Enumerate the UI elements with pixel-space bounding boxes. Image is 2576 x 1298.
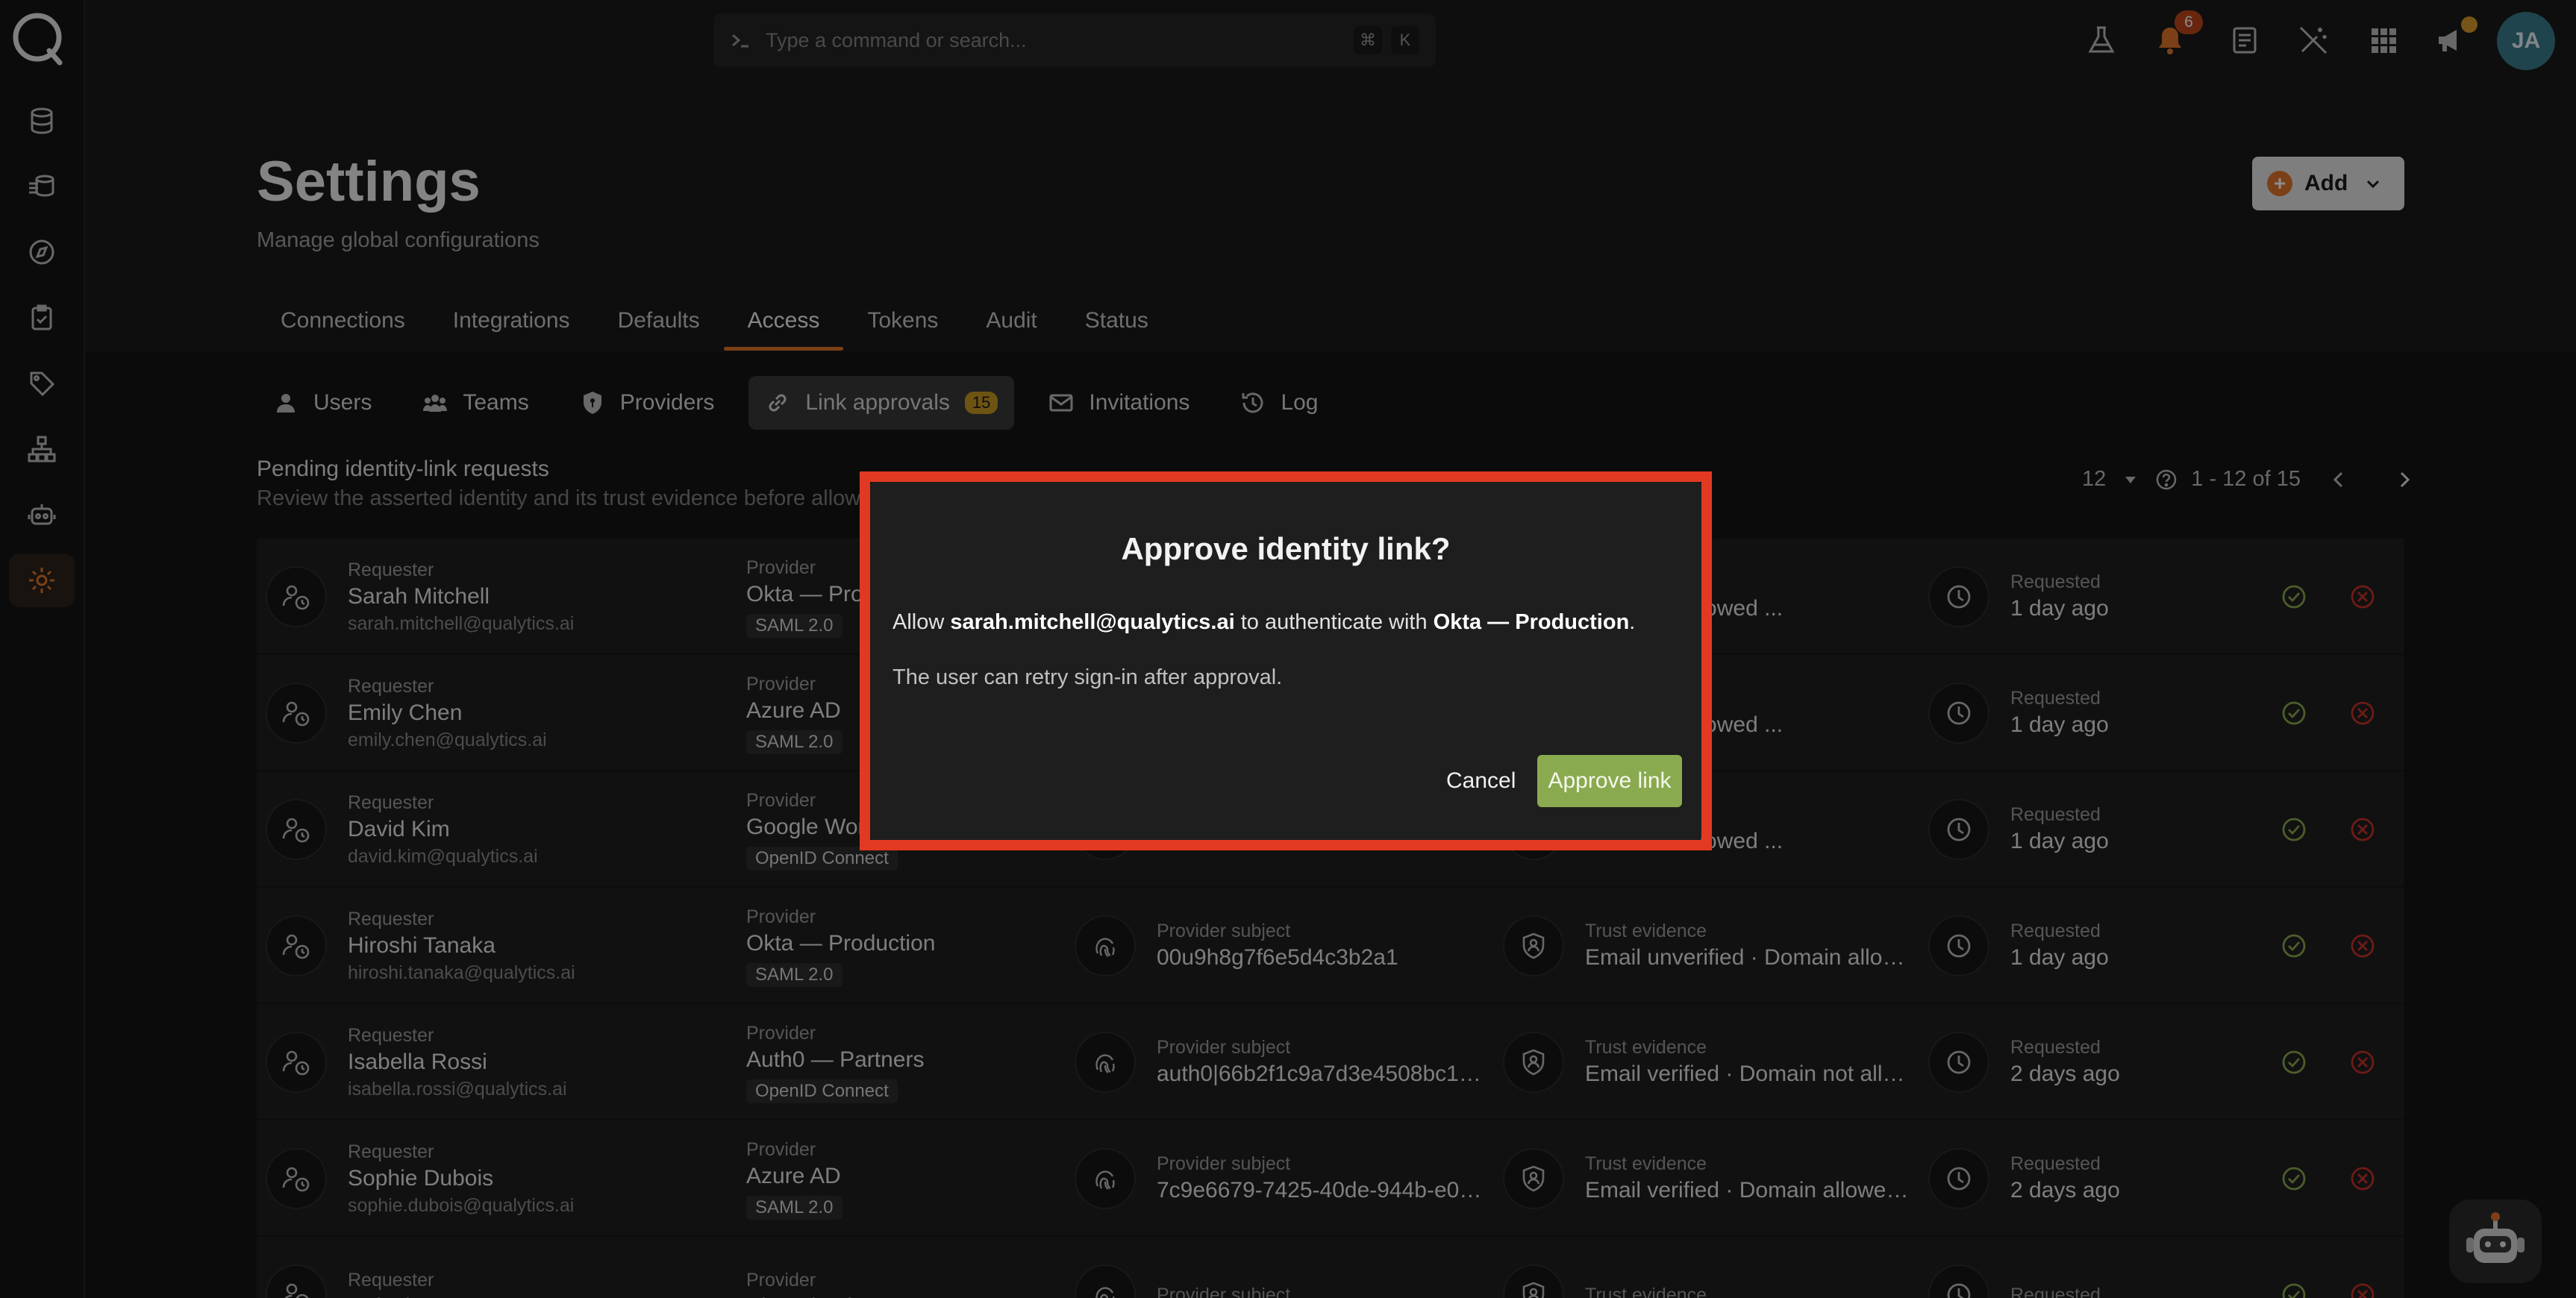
approve-link-button[interactable]: Approve link	[1537, 755, 1682, 807]
dialog-text-allow: Allow	[892, 610, 945, 634]
dialog-user-email: sarah.mitchell@qualytics.ai	[950, 610, 1235, 634]
dialog-title: Approve identity link?	[1121, 531, 1451, 566]
dialog-provider-name: Okta — Production	[1433, 610, 1630, 634]
approve-link-dialog: Approve identity link? Allow sarah.mitch…	[870, 482, 1701, 840]
dialog-text-mid: to authenticate with	[1240, 610, 1428, 634]
dialog-note: The user can retry sign-in after approva…	[892, 665, 1283, 689]
dialog-text-end: .	[1629, 610, 1636, 634]
dialog-message: Allow sarah.mitchell@qualytics.ai to aut…	[892, 610, 1635, 635]
cancel-button[interactable]: Cancel	[1433, 755, 1529, 807]
